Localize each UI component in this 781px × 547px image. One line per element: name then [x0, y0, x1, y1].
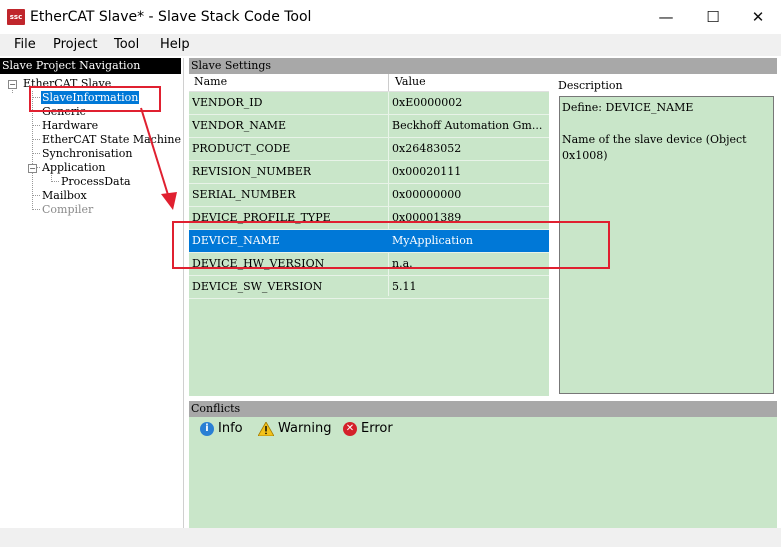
- annotation-box-device-name: [172, 221, 610, 269]
- setting-value[interactable]: 5.11: [392, 280, 547, 293]
- tree-item-mailbox[interactable]: Mailbox: [42, 189, 87, 202]
- warning-icon: [258, 421, 274, 436]
- collapse-icon[interactable]: −: [28, 164, 37, 173]
- table-row[interactable]: DEVICE_SW_VERSION 5.11: [189, 276, 549, 299]
- info-icon: i: [200, 421, 214, 436]
- table-row[interactable]: SERIAL_NUMBER 0x00000000: [189, 184, 549, 207]
- menu-help[interactable]: Help: [160, 37, 190, 52]
- setting-name: VENDOR_ID: [192, 96, 263, 109]
- error-button[interactable]: ✕ Error: [343, 421, 393, 436]
- menu-project[interactable]: Project: [53, 37, 97, 52]
- tree-item-compiler[interactable]: Compiler: [42, 203, 93, 216]
- setting-value[interactable]: Beckhoff Automation Gm...: [392, 119, 547, 132]
- tree-item-synchronisation[interactable]: Synchronisation: [42, 147, 132, 160]
- description-label: Description: [558, 79, 623, 92]
- grid-header: Name Value: [189, 74, 549, 92]
- info-label: Info: [218, 421, 243, 436]
- app-icon: ssc: [7, 9, 25, 25]
- column-header-name[interactable]: Name: [194, 75, 227, 88]
- warning-button[interactable]: Warning: [258, 421, 331, 436]
- setting-name: PRODUCT_CODE: [192, 142, 291, 155]
- tree-item-application[interactable]: Application: [42, 161, 105, 174]
- error-icon: ✕: [343, 421, 357, 436]
- menu-bar: File Project Tool Help: [0, 34, 781, 56]
- setting-name: DEVICE_SW_VERSION: [192, 280, 323, 293]
- menu-file[interactable]: File: [14, 37, 36, 52]
- info-button[interactable]: i Info: [200, 421, 243, 436]
- description-text-line1: Name of the slave device (Object: [562, 133, 747, 146]
- error-label: Error: [361, 421, 393, 436]
- warning-label: Warning: [278, 421, 332, 436]
- window-title: EtherCAT Slave* - Slave Stack Code Tool: [30, 9, 312, 25]
- maximize-button[interactable]: ☐: [690, 4, 736, 30]
- setting-value[interactable]: 0x26483052: [392, 142, 547, 155]
- conflicts-header: Conflicts: [189, 401, 777, 417]
- navigation-header: Slave Project Navigation: [0, 58, 181, 74]
- description-text-line2: 0x1008): [562, 149, 608, 162]
- title-bar: ssc EtherCAT Slave* - Slave Stack Code T…: [0, 0, 781, 34]
- setting-value[interactable]: 0x00000000: [392, 188, 547, 201]
- slave-settings-header: Slave Settings: [189, 58, 777, 74]
- column-header-value[interactable]: Value: [395, 75, 426, 88]
- tree-item-hardware[interactable]: Hardware: [42, 119, 98, 132]
- setting-name: SERIAL_NUMBER: [192, 188, 296, 201]
- collapse-icon[interactable]: −: [8, 80, 17, 89]
- status-bar: [0, 528, 781, 547]
- annotation-arrow-icon: [140, 107, 177, 210]
- tree-item-processdata[interactable]: ProcessData: [61, 175, 131, 188]
- table-row[interactable]: VENDOR_NAME Beckhoff Automation Gm...: [189, 115, 549, 138]
- table-row[interactable]: PRODUCT_CODE 0x26483052: [189, 138, 549, 161]
- description-define: Define: DEVICE_NAME: [562, 101, 694, 114]
- minimize-button[interactable]: —: [643, 4, 689, 30]
- table-row[interactable]: REVISION_NUMBER 0x00020111: [189, 161, 549, 184]
- menu-tool[interactable]: Tool: [114, 37, 139, 52]
- setting-name: VENDOR_NAME: [192, 119, 287, 132]
- setting-value[interactable]: 0xE0000002: [392, 96, 547, 109]
- setting-value[interactable]: 0x00020111: [392, 165, 547, 178]
- setting-name: REVISION_NUMBER: [192, 165, 312, 178]
- close-button[interactable]: ✕: [735, 4, 781, 30]
- table-row[interactable]: VENDOR_ID 0xE0000002: [189, 92, 549, 115]
